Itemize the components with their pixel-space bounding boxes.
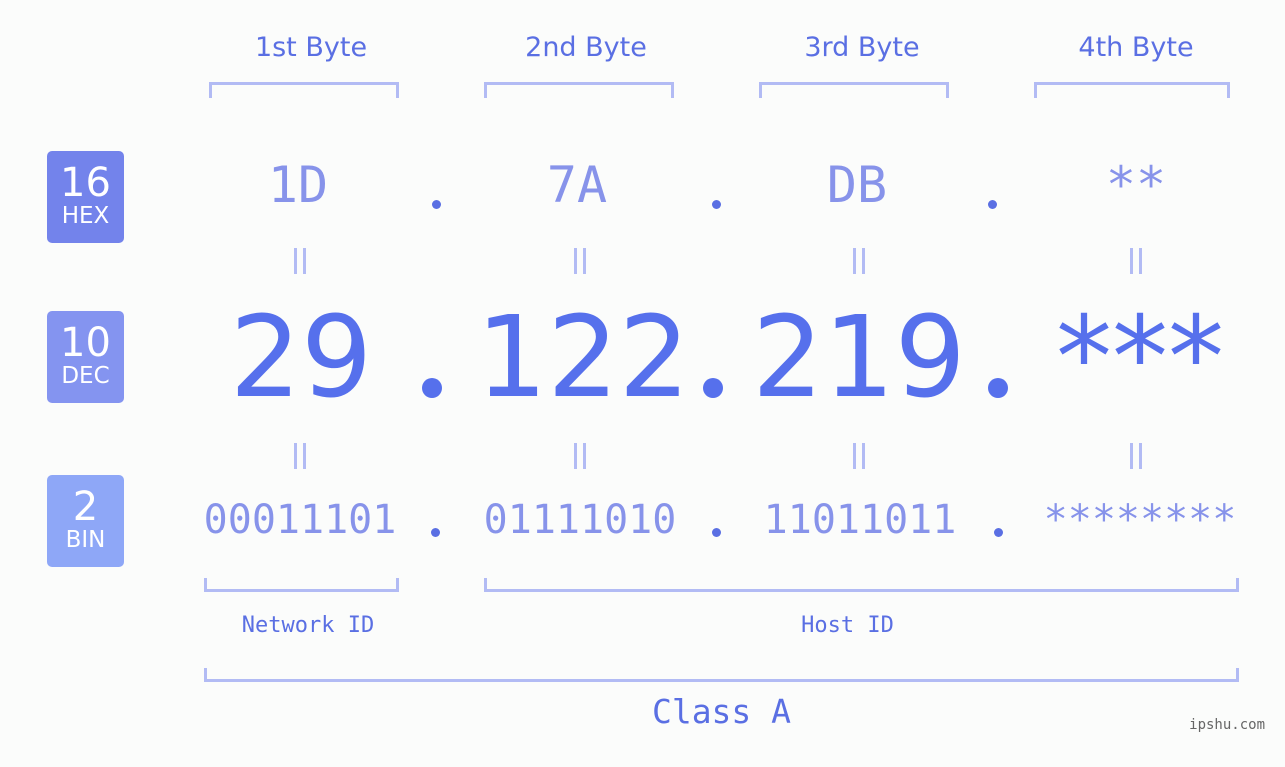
class-bracket xyxy=(204,668,1239,682)
bin-dot-2 xyxy=(712,528,721,537)
bin-badge: 2 BIN xyxy=(47,475,124,567)
network-id-label: Network ID xyxy=(241,613,375,638)
byte-header-4: 4th Byte xyxy=(1078,32,1194,63)
equals-icon xyxy=(1129,248,1143,274)
byte-header-2: 2nd Byte xyxy=(525,32,647,63)
bin-badge-label: BIN xyxy=(65,527,106,553)
byte-2-bracket xyxy=(484,82,674,98)
dec-byte-1: 29 xyxy=(229,293,373,423)
bin-badge-number: 2 xyxy=(72,484,99,530)
byte-3-bracket xyxy=(759,82,949,98)
bin-byte-2: 01111010 xyxy=(483,497,677,543)
equals-icon xyxy=(852,443,866,469)
hex-byte-3: DB xyxy=(826,156,888,214)
dec-dot-3 xyxy=(988,378,1008,398)
hex-dot-3 xyxy=(988,200,997,209)
bin-byte-1: 00011101 xyxy=(203,497,397,543)
network-id-bracket xyxy=(204,578,399,592)
dec-byte-4: *** xyxy=(1056,293,1224,423)
dec-badge: 10 DEC xyxy=(47,311,124,403)
bin-dot-1 xyxy=(431,528,440,537)
hex-dot-1 xyxy=(432,200,441,209)
dec-byte-3: 219 xyxy=(752,293,966,423)
equals-icon xyxy=(573,248,587,274)
equals-icon xyxy=(573,443,587,469)
byte-4-bracket xyxy=(1034,82,1230,98)
dec-badge-label: DEC xyxy=(61,363,110,389)
dec-dot-2 xyxy=(703,378,723,398)
bin-dot-3 xyxy=(994,528,1003,537)
hex-badge-number: 16 xyxy=(60,160,111,206)
class-label: Class A xyxy=(651,692,792,731)
hex-byte-1: 1D xyxy=(267,156,329,214)
hex-badge: 16 HEX xyxy=(47,151,124,243)
hex-dot-2 xyxy=(712,200,721,209)
byte-1-bracket xyxy=(209,82,399,98)
dec-dot-1 xyxy=(422,378,442,398)
equals-icon xyxy=(293,443,307,469)
bin-byte-3: 11011011 xyxy=(763,497,957,543)
dec-badge-number: 10 xyxy=(60,320,111,366)
equals-icon xyxy=(852,248,866,274)
byte-header-1: 1st Byte xyxy=(254,32,368,63)
hex-byte-4: ** xyxy=(1105,156,1167,214)
hex-byte-2: 7A xyxy=(546,156,608,214)
watermark: ipshu.com xyxy=(1189,717,1265,733)
host-id-bracket xyxy=(484,578,1239,592)
hex-badge-label: HEX xyxy=(61,203,110,229)
dec-byte-2: 122 xyxy=(476,293,690,423)
equals-icon xyxy=(1129,443,1143,469)
host-id-label: Host ID xyxy=(801,613,894,638)
bin-byte-4: ******** xyxy=(1043,497,1237,543)
equals-icon xyxy=(293,248,307,274)
byte-header-3: 3rd Byte xyxy=(804,32,920,63)
